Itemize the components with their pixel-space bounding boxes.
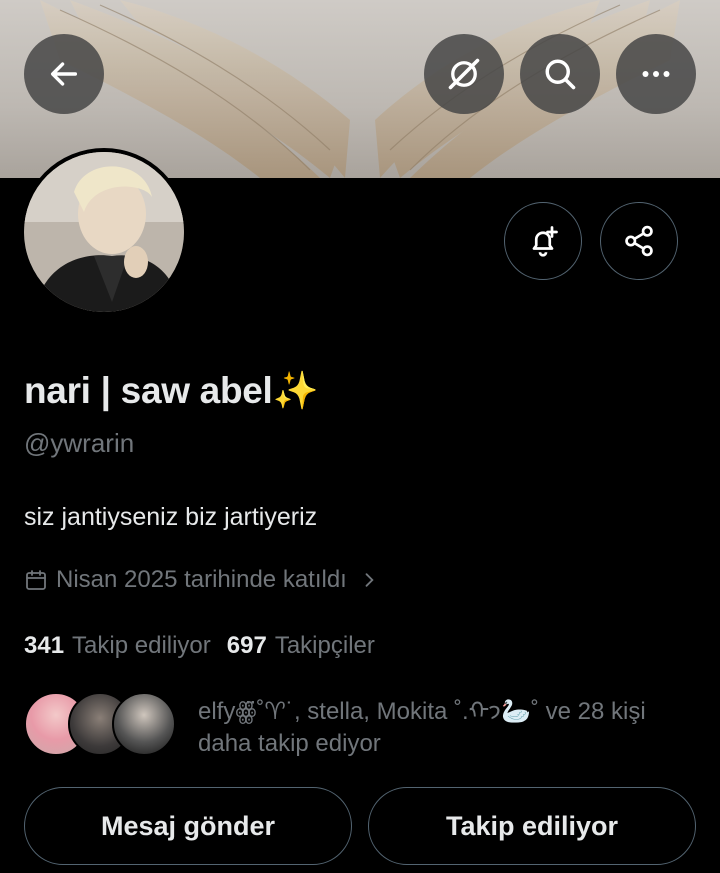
following-label: Takip ediliyor [72,632,211,659]
followers-label: Takipçiler [274,632,375,659]
followed-by-row[interactable]: elfyꙮ̈˚♈︎˙, stella, Mokita ˚.ᡣ𐭩🦢˚ ve 28 … [24,690,696,760]
following-stat[interactable]: 341 Takip ediliyor [24,632,211,660]
search-button[interactable] [520,34,600,114]
followers-count: 697 [226,632,267,659]
follower-avatar [112,692,176,756]
grok-icon [448,58,480,90]
back-arrow-icon [50,62,78,86]
back-button[interactable] [24,34,104,114]
following-count: 341 [24,632,65,659]
avatar-photo [24,152,184,312]
share-icon [625,225,653,257]
more-icon [642,71,670,77]
notifications-button[interactable] [504,202,582,280]
calendar-icon [26,570,46,590]
avatar [24,152,184,312]
join-date[interactable]: Nisan 2025 tarihinde katıldı [24,566,379,594]
followers-stat[interactable]: 697 Takipçiler [227,632,375,660]
more-button[interactable] [616,34,696,114]
search-icon [545,59,576,90]
chevron-right-icon [365,573,374,587]
profile-avatar-frame[interactable] [20,148,188,316]
display-name: nari | saw abel✨ [24,370,319,411]
join-date-label: Nisan 2025 tarihinde katıldı [56,566,347,593]
bio-text: siz jantiyseniz biz jartiyeriz [24,503,318,531]
follow-stats: 341 Takip ediliyor 697 Takipçiler [24,632,375,660]
user-handle: @ywrarin [24,428,135,458]
grok-button[interactable] [424,34,504,114]
bell-plus-icon [532,226,558,257]
share-button[interactable] [600,202,678,280]
followed-by-text: elfyꙮ̈˚♈︎˙, stella, Mokita ˚.ᡣ𐭩🦢˚ ve 28 … [198,698,646,757]
send-message-button[interactable]: Mesaj gönder [24,787,352,865]
following-button[interactable]: Takip ediliyor [368,787,696,865]
